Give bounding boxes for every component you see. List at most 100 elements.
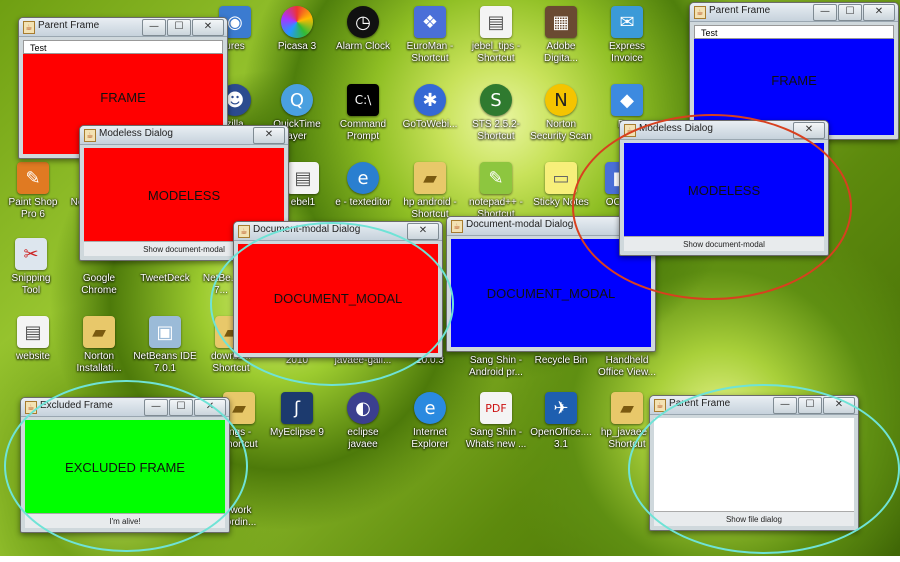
maximize-button[interactable]: ☐: [838, 4, 862, 21]
frame-panel: FRAME: [694, 25, 894, 135]
sticky-icon: ▭: [545, 162, 577, 194]
desktop-icon-jebel-tips[interactable]: ▤ jebel_tips - Shortcut: [461, 6, 531, 65]
desktop-icon-handheld-office[interactable]: Handheld Office View...: [592, 352, 662, 379]
modeless-panel: MODELESS: [624, 143, 824, 237]
window-title: Document-modal Dialog: [466, 219, 574, 230]
document-icon: ▤: [17, 316, 49, 348]
desktop-icon-sangshin-android[interactable]: Sang Shin - Android pr...: [461, 352, 531, 379]
desktop-icon-sangshin-whats-new[interactable]: PDF Sang Shin - Whats new ...: [461, 392, 531, 451]
panel-label: EXCLUDED FRAME: [65, 459, 185, 475]
desktop-icon-alarm-clock[interactable]: ◷ Alarm Clock: [328, 6, 398, 53]
folder-icon: ▰: [414, 162, 446, 194]
show-document-modal-button[interactable]: Show document-modal: [624, 237, 824, 251]
desktop-icon-notepadpp[interactable]: ✎ notepad++ - Shortcut: [461, 162, 531, 221]
maximize-button[interactable]: ☐: [798, 397, 822, 414]
notepad-icon: ✎: [480, 162, 512, 194]
panel-label: FRAME: [100, 89, 146, 105]
shortcut-icon: ❖: [414, 6, 446, 38]
close-button[interactable]: ✕: [192, 19, 224, 36]
text-field[interactable]: Test: [23, 40, 223, 54]
desktop-icon-adobe-digital[interactable]: ▦ Adobe Digita...: [526, 6, 596, 65]
terminal-icon: C:\: [347, 84, 379, 116]
netbeans-icon: ▣: [149, 316, 181, 348]
desktop-icon-netbeans-701[interactable]: ▣ NetBeans IDE 7.0.1: [130, 316, 200, 375]
java-icon: ☕: [451, 220, 463, 233]
clock-icon: ◷: [347, 6, 379, 38]
title-bar[interactable]: ☕ Parent Frame — ☐ ✕: [690, 3, 898, 22]
desktop-icon-eclipse-javaee[interactable]: ◐ eclipse javaee: [328, 392, 398, 451]
desktop-icon-sts[interactable]: S STS 2.5.2- Shortcut: [461, 84, 531, 143]
close-button[interactable]: ✕: [823, 397, 855, 414]
maximize-button[interactable]: ☐: [169, 399, 193, 416]
close-button[interactable]: ✕: [194, 399, 226, 416]
show-file-dialog-button[interactable]: Show file dialog: [654, 512, 854, 526]
window-title: Parent Frame: [709, 5, 771, 16]
document-icon: ▤: [287, 162, 319, 194]
panel-label: MODELESS: [687, 182, 761, 198]
title-bar[interactable]: ☕ Excluded Frame — ☐ ✕: [21, 398, 229, 417]
window-title: Modeless Dialog: [639, 123, 713, 134]
desktop-icon-hp-android[interactable]: ▰ hp android - Shortcut: [395, 162, 465, 221]
java-icon: ☕: [624, 124, 636, 137]
desktop-icon-norton-security-scan[interactable]: N Norton Security Scan: [526, 84, 596, 143]
dropbox-icon: ◆: [611, 84, 643, 116]
window-title: Modeless Dialog: [99, 128, 173, 139]
desktop-icon-snipping-tool[interactable]: ✂ Snipping Tool: [0, 238, 66, 297]
close-button[interactable]: ✕: [253, 127, 285, 144]
title-bar[interactable]: ☕ Document-modal Dialog ✕: [234, 222, 442, 241]
text-field[interactable]: Test: [694, 25, 894, 39]
desktop-icon-myeclipse[interactable]: ʃ MyEclipse 9: [262, 392, 332, 439]
desktop-icon-e-texteditor[interactable]: ee - texteditor: [328, 162, 398, 209]
window-title: Document-modal Dialog: [253, 224, 361, 235]
modeless-dialog-blue-window[interactable]: ☕ Modeless Dialog ✕ MODELESS Show docume…: [619, 120, 829, 256]
quicktime-icon: Q: [281, 84, 313, 116]
panel-label: DOCUMENT_MODAL: [486, 285, 616, 301]
window-title: Excluded Frame: [40, 400, 113, 411]
close-button[interactable]: ✕: [407, 223, 439, 240]
scissors-icon: ✂: [15, 238, 47, 270]
desktop-icon-euroman[interactable]: ❖ EuroMan - Shortcut: [395, 6, 465, 65]
desktop-icon-website[interactable]: ▤ website: [0, 316, 68, 363]
java-icon: ☕: [238, 225, 250, 238]
excluded-frame-panel: EXCLUDED FRAME: [25, 420, 225, 514]
title-bar[interactable]: ☕ Parent Frame — ☐ ✕: [650, 396, 858, 415]
document-modal-dialog-red-window[interactable]: ☕ Document-modal Dialog ✕ DOCUMENT_MODAL: [233, 221, 443, 358]
desktop-icon-internet-explorer[interactable]: e Internet Explorer: [395, 392, 465, 451]
parent-frame-white-window[interactable]: ☕ Parent Frame — ☐ ✕ Show file dialog: [649, 395, 859, 531]
close-button[interactable]: ✕: [863, 4, 895, 21]
adobe-icon: ▦: [545, 6, 577, 38]
desktop-icon-gotowebinar[interactable]: ✱ GoToWebi...: [395, 84, 465, 131]
java-icon: ☕: [654, 399, 666, 412]
minimize-button[interactable]: —: [773, 397, 797, 414]
desktop-icon-norton-installation[interactable]: ▰ Norton Installati...: [64, 316, 134, 375]
java-icon: ☕: [84, 129, 96, 142]
pdf-icon: PDF: [480, 392, 512, 424]
close-button[interactable]: ✕: [793, 122, 825, 139]
excluded-frame-window[interactable]: ☕ Excluded Frame — ☐ ✕ EXCLUDED FRAME I'…: [20, 397, 230, 533]
minimize-button[interactable]: —: [142, 19, 166, 36]
panel-label: DOCUMENT_MODAL: [273, 291, 403, 306]
im-alive-button[interactable]: I'm alive!: [25, 514, 225, 528]
title-bar[interactable]: ☕ Modeless Dialog ✕: [620, 121, 828, 140]
window-title: Parent Frame: [669, 398, 731, 409]
desktop-icon-express-invoice[interactable]: ✉ Express Invoice: [592, 6, 662, 65]
minimize-button[interactable]: —: [813, 4, 837, 21]
picasa-icon: [281, 6, 313, 38]
network-icon: ✱: [414, 84, 446, 116]
bottom-strip: [0, 556, 900, 562]
maximize-button[interactable]: ☐: [167, 19, 191, 36]
desktop-icon-command-prompt[interactable]: C:\ Command Prompt: [328, 84, 398, 143]
title-bar[interactable]: ☕ Parent Frame — ☐ ✕: [19, 18, 227, 37]
title-bar[interactable]: ☕ Modeless Dialog ✕: [80, 126, 288, 145]
desktop-icon-openoffice[interactable]: ✈ OpenOffice.... 3.1: [526, 392, 596, 451]
desktop-icon-recycle-bin[interactable]: Recycle Bin: [526, 352, 596, 367]
document-icon: ▤: [480, 6, 512, 38]
myeclipse-icon: ʃ: [281, 392, 313, 424]
desktop-icon-picasa[interactable]: Picasa 3: [262, 6, 332, 53]
eclipse-icon: ◐: [347, 392, 379, 424]
panel-label: FRAME: [771, 72, 817, 88]
minimize-button[interactable]: —: [144, 399, 168, 416]
java-icon: ☕: [694, 6, 706, 19]
sts-icon: S: [480, 84, 512, 116]
panel-label: MODELESS: [147, 187, 221, 203]
